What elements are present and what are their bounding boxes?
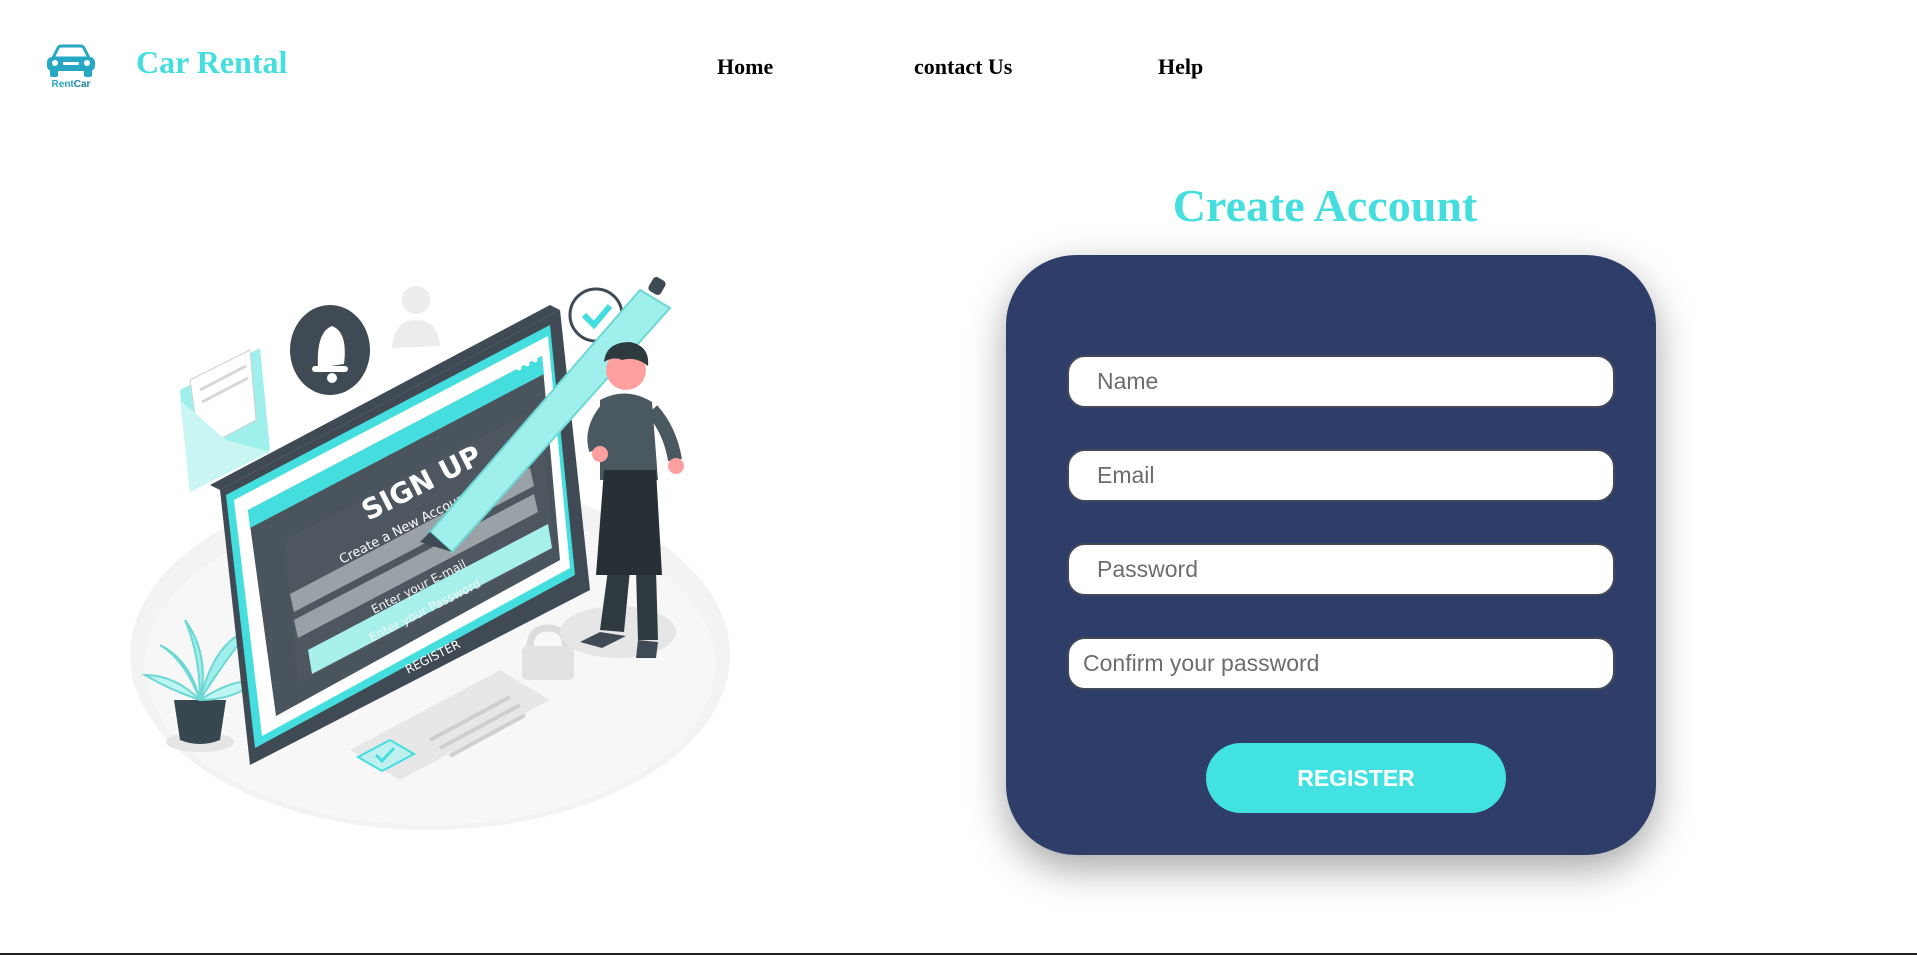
bell-icon [290,305,370,395]
nav-contact-us[interactable]: contact Us [914,54,1012,80]
nav-help[interactable]: Help [1158,54,1203,80]
signup-illustration: SIGN UP Create a New Account is Free Ent… [130,277,730,830]
nav-home[interactable]: Home [717,54,773,80]
header: RentCar Car Rental Home contact Us Help [0,0,1917,130]
user-icon [392,286,440,348]
logo-text: RentCar [51,79,91,90]
brand-title[interactable]: Car Rental [136,44,287,80]
email-input[interactable] [1067,449,1615,502]
car-icon [47,44,95,77]
logo[interactable]: RentCar [44,44,98,96]
register-form-card: REGISTER [1006,255,1656,855]
confirm-password-input[interactable] [1067,637,1615,690]
form-title: Create Account [1172,180,1478,231]
name-input[interactable] [1067,355,1615,408]
password-input[interactable] [1067,543,1615,596]
register-button[interactable]: REGISTER [1206,743,1506,813]
